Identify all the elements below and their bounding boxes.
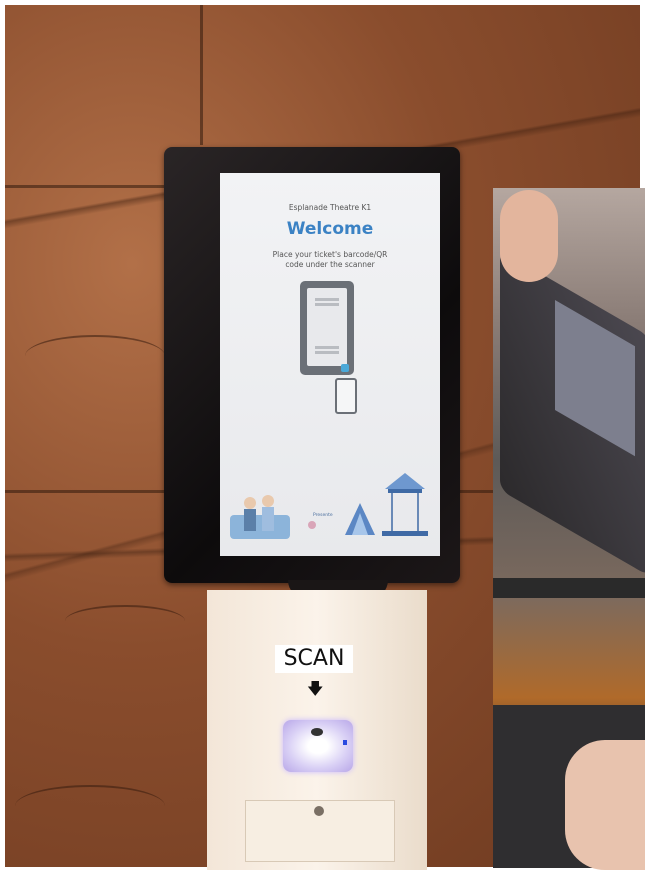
wall-seam [200,5,203,145]
stone-vein [65,605,185,637]
lock-icon [314,806,324,816]
welcome-title: Welcome [286,219,374,239]
scanner-lens-icon [311,728,323,736]
thumb [500,190,558,282]
arrow-down-icon: 🡇 [307,679,324,698]
person-icon [262,495,274,507]
hand [565,740,645,870]
carnival-illustration [230,473,428,539]
wall-seam [5,185,165,188]
stone-vein [25,335,165,377]
illustration-caption: Presente [313,513,333,518]
phone-illustration-icon [300,281,354,375]
scan-instruction: Place your ticket's barcode/QR code unde… [272,250,388,269]
phone-illustration-screen [307,288,347,366]
counter-rail [493,578,645,598]
scanner-beam-icon [341,364,349,372]
scanner-led-icon [343,740,347,745]
stone-vein [15,785,165,827]
sofa-icon [230,515,290,539]
small-phone-icon [335,378,357,414]
scan-label: SCAN [275,645,353,673]
tablet-screen[interactable]: Esplanade Theatre K1 Welcome Place your … [220,173,440,556]
person-icon [244,497,256,509]
carousel-icon [385,473,425,489]
venue-name: Esplanade Theatre K1 [288,203,372,212]
